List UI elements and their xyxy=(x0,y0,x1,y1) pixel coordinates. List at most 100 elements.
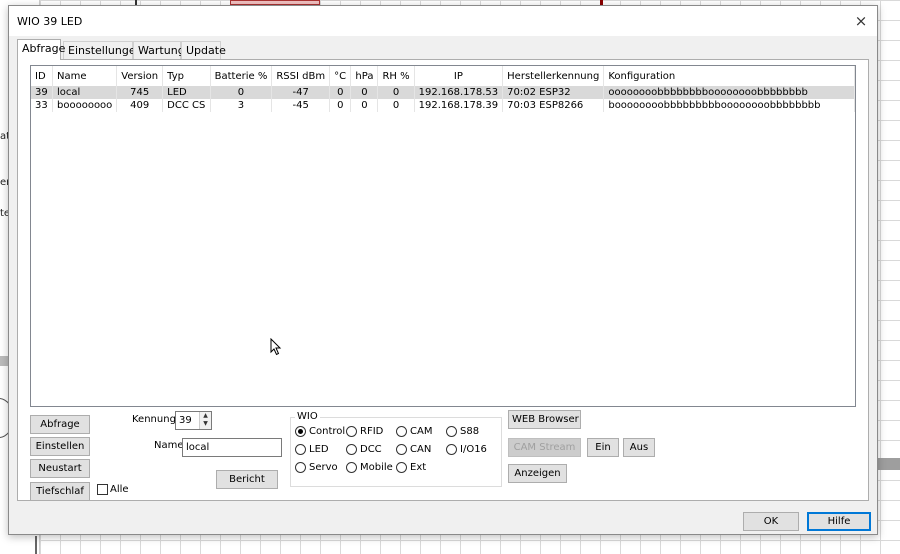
column-header[interactable]: RSSI dBm xyxy=(271,66,331,86)
radio-label: Ext xyxy=(410,462,427,473)
wio-dialog: WIO 39 LED × Abfrage Einstellungen Wartu… xyxy=(8,5,878,535)
radio-led[interactable]: LED xyxy=(295,444,329,455)
radio-icon xyxy=(346,426,357,437)
tab-abfrage[interactable]: Abfrage xyxy=(17,39,65,60)
table-row[interactable]: 33 boooooooo 409 DCC CS 3 -45 0 0 0 192.… xyxy=(31,99,855,112)
radio-icon xyxy=(446,444,457,455)
table-cell: 3 xyxy=(210,99,273,112)
table-cell: boooooooo xyxy=(52,99,118,112)
table-cell: 0 xyxy=(210,86,273,99)
radio-io16[interactable]: I/O16 xyxy=(446,444,487,455)
table-cell: local xyxy=(52,86,118,99)
spin-up-icon[interactable]: ▲ xyxy=(200,412,211,420)
alle-label: Alle xyxy=(110,484,129,495)
radio-can[interactable]: CAN xyxy=(396,444,431,455)
radio-s88[interactable]: S88 xyxy=(446,426,479,437)
kennung-spinner[interactable]: 39 ▲ ▼ xyxy=(175,411,212,430)
kennung-value: 39 xyxy=(179,415,192,426)
table-cell: 409 xyxy=(116,99,164,112)
table-cell: DCC CS xyxy=(162,99,211,112)
table-cell: LED xyxy=(162,86,211,99)
radio-label: DCC xyxy=(360,444,382,455)
radio-label: Mobile xyxy=(360,462,393,473)
table-cell: 0 xyxy=(350,99,379,112)
einstellen-button[interactable]: Einstellen xyxy=(30,437,90,456)
radio-label: Servo xyxy=(309,462,338,473)
anzeigen-button[interactable]: Anzeigen xyxy=(508,464,567,483)
radio-cam[interactable]: CAM xyxy=(396,426,432,437)
name-field[interactable]: local xyxy=(182,438,282,457)
ein-button[interactable]: Ein xyxy=(587,438,619,457)
table-cell: 70:02 ESP32 xyxy=(502,86,605,99)
radio-icon xyxy=(295,462,306,473)
column-header[interactable]: Konfiguration xyxy=(603,66,855,86)
web-browser-button[interactable]: WEB Browser xyxy=(508,410,581,429)
table-cell: -45 xyxy=(271,99,331,112)
table-cell: oooooooobbbbbbbboooooooobbbbbbbb xyxy=(603,86,855,99)
tab-wartung[interactable]: Wartung xyxy=(133,41,185,59)
table-cell: 745 xyxy=(116,86,164,99)
column-header[interactable]: Herstellerkennung xyxy=(502,66,605,86)
radio-servo[interactable]: Servo xyxy=(295,462,338,473)
alle-checkbox[interactable] xyxy=(97,484,108,495)
name-label: Name xyxy=(154,440,184,451)
tiefschlaf-button[interactable]: Tiefschlaf xyxy=(30,482,90,501)
table-cell: 0 xyxy=(329,99,352,112)
column-header[interactable]: Batterie % xyxy=(210,66,273,86)
radio-icon xyxy=(396,426,407,437)
radio-ext[interactable]: Ext xyxy=(396,462,426,473)
table-cell: 192.168.178.39 xyxy=(414,99,504,112)
table-cell: 0 xyxy=(329,86,352,99)
radio-control[interactable]: Control xyxy=(295,426,345,437)
column-header[interactable]: ID xyxy=(31,66,53,86)
table-header-row: ID Name Version Typ Batterie % RSSI dBm … xyxy=(31,66,855,86)
device-table: ID Name Version Typ Batterie % RSSI dBm … xyxy=(31,66,855,112)
radio-icon xyxy=(396,462,407,473)
tab-einstellungen[interactable]: Einstellungen xyxy=(63,41,143,59)
bericht-button[interactable]: Bericht xyxy=(216,470,278,489)
radio-icon xyxy=(396,444,407,455)
column-header[interactable]: Typ xyxy=(162,66,211,86)
neustart-button[interactable]: Neustart xyxy=(30,459,90,478)
column-header[interactable]: hPa xyxy=(350,66,379,86)
radio-label: CAN xyxy=(410,444,432,455)
column-header[interactable]: °C xyxy=(329,66,352,86)
column-header[interactable]: Name xyxy=(52,66,118,86)
background-strip xyxy=(878,458,900,470)
column-header[interactable]: Version xyxy=(116,66,164,86)
window-title: WIO 39 LED xyxy=(17,15,83,28)
table-cell: 70:03 ESP8266 xyxy=(502,99,605,112)
device-list[interactable]: ID Name Version Typ Batterie % RSSI dBm … xyxy=(30,65,856,407)
aus-button[interactable]: Aus xyxy=(623,438,655,457)
radio-icon xyxy=(295,444,306,455)
kennung-label: Kennung xyxy=(132,414,176,425)
radio-label: I/O16 xyxy=(460,444,487,455)
table-cell: 39 xyxy=(31,86,53,99)
radio-rfid[interactable]: RFID xyxy=(346,426,383,437)
radio-label: Control xyxy=(309,426,346,437)
radio-label: S88 xyxy=(460,426,480,437)
spinner-buttons: ▲ ▼ xyxy=(199,412,211,429)
table-row[interactable]: 39 local 745 LED 0 -47 0 0 0 192.168.178… xyxy=(31,86,855,99)
background-scroll-marker xyxy=(0,356,8,366)
column-header[interactable]: IP xyxy=(414,66,504,86)
abfrage-button[interactable]: Abfrage xyxy=(30,415,90,434)
radio-dcc[interactable]: DCC xyxy=(346,444,382,455)
tab-page-abfrage: ID Name Version Typ Batterie % RSSI dBm … xyxy=(17,59,869,501)
radio-label: CAM xyxy=(410,426,433,437)
ok-button[interactable]: OK xyxy=(743,512,799,531)
radio-icon xyxy=(346,462,357,473)
close-icon[interactable]: × xyxy=(849,10,873,32)
table-cell: 33 xyxy=(31,99,53,112)
tab-update[interactable]: Update xyxy=(181,41,226,59)
table-cell: 0 xyxy=(377,99,415,112)
radio-icon xyxy=(346,444,357,455)
table-cell: 0 xyxy=(350,86,379,99)
radio-mobile[interactable]: Mobile xyxy=(346,462,393,473)
wio-group-title: WIO xyxy=(295,411,320,422)
cam-stream-button[interactable]: CAM Stream xyxy=(508,438,581,457)
hilfe-button[interactable]: Hilfe xyxy=(807,512,871,531)
spin-down-icon[interactable]: ▼ xyxy=(200,420,211,428)
column-header[interactable]: RH % xyxy=(377,66,415,86)
radio-selected-icon xyxy=(295,426,306,437)
